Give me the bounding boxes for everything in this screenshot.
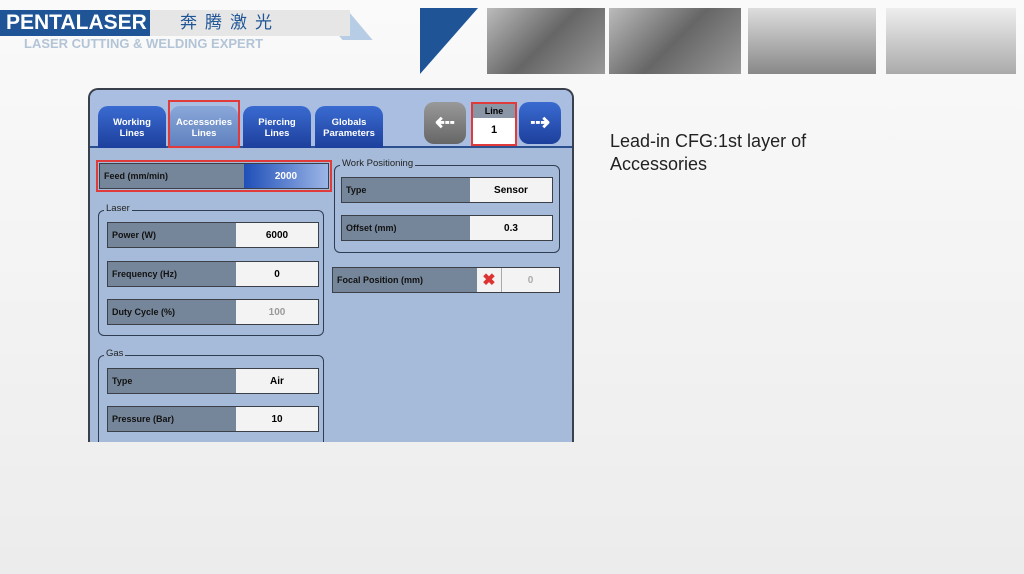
frequency-field[interactable]: Frequency (Hz) 0: [107, 261, 319, 287]
line-label: Line: [473, 104, 515, 118]
logo: PENTALASER: [0, 10, 150, 36]
header-photo: [748, 8, 876, 74]
gas-title: Gas: [104, 348, 126, 359]
tab-piercing-lines[interactable]: Piercing Lines: [243, 106, 311, 148]
focal-position-field[interactable]: Focal Position (mm) ✖ 0: [332, 267, 560, 293]
feed-field[interactable]: Feed (mm/min) 2000: [99, 163, 329, 189]
prev-line-button[interactable]: ⇠: [424, 102, 466, 144]
work-type-field[interactable]: Type Sensor: [341, 177, 553, 203]
header-triangle: [420, 8, 478, 74]
tab-globals-parameters[interactable]: Globals Parameters: [315, 106, 383, 148]
header-photo: [487, 8, 605, 74]
laser-title: Laser: [104, 203, 132, 214]
close-x-icon[interactable]: ✖: [477, 268, 502, 292]
next-line-button[interactable]: ⇢: [519, 102, 561, 144]
feed-value[interactable]: 2000: [244, 164, 328, 188]
header-photo: [886, 8, 1016, 74]
offset-field[interactable]: Offset (mm) 0.3: [341, 215, 553, 241]
pressure-field[interactable]: Pressure (Bar) 10: [107, 406, 319, 432]
arrow-left-icon: ⇠: [434, 109, 456, 136]
line-value: 1: [490, 124, 498, 136]
line-indicator: Line 1: [471, 102, 517, 146]
highlight-box: [168, 100, 240, 148]
header-photo: [609, 8, 741, 74]
arrow-right-icon: ⇢: [529, 109, 551, 136]
duty-cycle-field[interactable]: Duty Cycle (%) 100: [107, 299, 319, 325]
power-field[interactable]: Power (W) 6000: [107, 222, 319, 248]
tab-working-lines[interactable]: Working Lines: [98, 106, 166, 148]
logo-chinese: 奔腾激光: [150, 10, 350, 36]
settings-panel: Working Lines Accessories Lines Piercing Li…: [88, 88, 574, 442]
slogan: LASER CUTTING & WELDING EXPERT: [24, 36, 264, 51]
gas-type-field[interactable]: Type Air: [107, 368, 319, 394]
work-positioning-title: Work Positioning: [340, 158, 416, 169]
caption: Lead-in CFG:1st layer of Accessories: [610, 131, 807, 174]
